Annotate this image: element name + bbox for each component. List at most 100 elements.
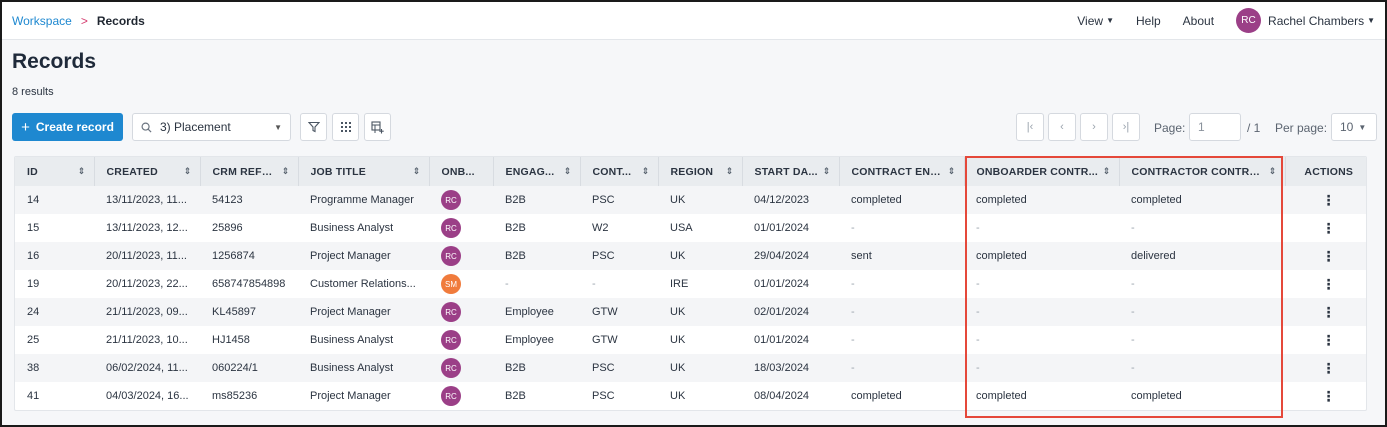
cell-start-date: 01/01/2024	[754, 222, 810, 234]
cell-onboarder: SM	[429, 270, 493, 298]
table-row[interactable]: 15 13/11/2023, 12... 25896 Business Analyst…	[15, 214, 1366, 242]
create-record-label: Create record	[35, 120, 114, 134]
add-column-button[interactable]	[364, 113, 391, 141]
sort-icon[interactable]: ⇕	[180, 166, 192, 177]
cell-onboarder-contract: -	[964, 298, 1119, 326]
cell-onboarder: RC	[429, 298, 493, 326]
view-menu[interactable]: View ▼	[1077, 14, 1114, 28]
row-actions-kebab-icon[interactable]: ⋮	[1285, 214, 1366, 242]
cell-contract-envelope: -	[851, 334, 855, 346]
column-header-onboarder[interactable]: ONB...	[429, 157, 494, 186]
cell-contractor-contract: completed	[1119, 186, 1285, 214]
user-menu[interactable]: RC Rachel Chambers ▼	[1236, 8, 1375, 33]
page-number-input[interactable]: 1	[1189, 113, 1241, 141]
cell-start-date: 02/01/2024	[742, 298, 839, 326]
cell-contractor-contract: -	[1131, 222, 1135, 234]
sort-icon[interactable]: ⇕	[409, 166, 421, 177]
column-header-id[interactable]: ID ⇕	[15, 157, 95, 186]
cell-created: 13/11/2023, 12...	[106, 222, 188, 234]
avatar: RC	[441, 386, 461, 406]
page-title: Records	[12, 50, 97, 73]
cell-crm-reference: 658747854898	[212, 278, 286, 290]
cell-onboarder-contract: -	[976, 334, 980, 346]
cell-contractor-contract: -	[1131, 278, 1135, 290]
filter-button[interactable]	[300, 113, 327, 141]
column-header-crm-reference[interactable]: CRM REFE... ⇕	[200, 157, 299, 186]
last-page-button[interactable]: ›|	[1112, 113, 1140, 141]
cell-contract-envelope: -	[851, 222, 855, 234]
view-select[interactable]: 3) Placement ▼	[132, 113, 291, 141]
create-record-button[interactable]: + Create record	[12, 113, 123, 141]
table-row[interactable]: 25 21/11/2023, 10... HJ1458 Business Analys…	[15, 326, 1366, 354]
breadcrumb-workspace[interactable]: Workspace	[12, 14, 72, 28]
column-header-label: CONTRACT ENV...	[851, 165, 944, 178]
row-actions-kebab-icon[interactable]: ⋮	[1285, 382, 1366, 410]
plus-icon: +	[21, 118, 30, 136]
chevron-down-icon: ▼	[1358, 122, 1367, 132]
column-header-created[interactable]: CREATED ⇕	[94, 157, 201, 186]
column-header-contractor-contract[interactable]: CONTRACTOR CONTRA... ⇕	[1119, 157, 1286, 186]
cell-onboarder: RC	[429, 354, 493, 382]
per-page-select[interactable]: 10 ▼	[1331, 113, 1377, 141]
cell-engagement: B2B	[493, 186, 580, 214]
sort-icon[interactable]: ⇕	[638, 166, 650, 177]
table-row[interactable]: 19 20/11/2023, 22... 658747854898 Customer …	[15, 270, 1366, 298]
column-header-contract[interactable]: CONT... ⇕	[580, 157, 659, 186]
sort-icon[interactable]: ⇕	[1099, 166, 1111, 177]
sort-icon[interactable]: ⇕	[1265, 166, 1277, 177]
view-select-value: 3) Placement	[160, 120, 231, 134]
cell-job-title: Programme Manager	[298, 186, 429, 214]
cell-region: USA	[670, 222, 693, 234]
table-row[interactable]: 38 06/02/2024, 11... 060224/1 Business Anal…	[15, 354, 1366, 382]
column-header-job-title[interactable]: JOB TITLE ⇕	[298, 157, 430, 186]
cell-onboarder: RC	[429, 186, 493, 214]
prev-page-button[interactable]: ‹	[1048, 113, 1076, 141]
row-actions-kebab-icon[interactable]: ⋮	[1285, 326, 1366, 354]
avatar: RC	[441, 246, 461, 266]
cell-contract-envelope: sent	[839, 242, 964, 270]
cell-job-title: Project Manager	[298, 242, 429, 270]
row-actions-kebab-icon[interactable]: ⋮	[1285, 270, 1366, 298]
column-header-contract-envelope[interactable]: CONTRACT ENV... ⇕	[839, 157, 965, 186]
table-row[interactable]: 16 20/11/2023, 11... 1256874 Project Manage…	[15, 242, 1366, 270]
sort-icon[interactable]: ⇕	[560, 166, 572, 177]
about-link[interactable]: About	[1183, 14, 1214, 28]
column-header-region[interactable]: REGION ⇕	[658, 157, 743, 186]
sort-icon[interactable]: ⇕	[944, 166, 956, 177]
help-link[interactable]: Help	[1136, 14, 1161, 28]
cell-id: 24	[15, 298, 94, 326]
row-actions-kebab-icon[interactable]: ⋮	[1285, 186, 1366, 214]
avatar: RC	[441, 358, 461, 378]
sort-icon[interactable]: ⇕	[722, 166, 734, 177]
column-header-onboarder-contract[interactable]: ONBOARDER CONTR... ⇕	[964, 157, 1120, 186]
first-page-icon: |‹	[1026, 121, 1034, 133]
sort-icon[interactable]: ⇕	[819, 166, 831, 177]
cell-contract: PSC	[592, 390, 615, 402]
row-actions-kebab-icon[interactable]: ⋮	[1285, 354, 1366, 382]
table-row[interactable]: 14 13/11/2023, 11... 54123 Programme Manage…	[15, 186, 1366, 214]
first-page-button[interactable]: |‹	[1016, 113, 1044, 141]
app-frame: Workspace > Records View ▼ Help About RC…	[0, 0, 1387, 427]
grid-button[interactable]	[332, 113, 359, 141]
chevron-down-icon: ▼	[1106, 16, 1114, 25]
cell-contract: GTW	[592, 334, 618, 346]
breadcrumb-separator-icon: >	[80, 13, 88, 28]
column-header-engagement[interactable]: ENGAG... ⇕	[493, 157, 581, 186]
grid-icon	[340, 122, 351, 132]
cell-contract: PSC	[580, 242, 658, 270]
row-actions-kebab-icon[interactable]: ⋮	[1285, 298, 1366, 326]
cell-start-date: 01/01/2024	[754, 278, 810, 290]
cell-crm-reference: ms85236	[212, 390, 258, 402]
table-row[interactable]: 24 21/11/2023, 09... KL45897 Project Manage…	[15, 298, 1366, 326]
column-header-start-date[interactable]: START DA... ⇕	[742, 157, 840, 186]
next-page-button[interactable]: ›	[1080, 113, 1108, 141]
column-header-actions: ACTIONS	[1285, 157, 1366, 186]
row-actions-kebab-icon[interactable]: ⋮	[1285, 242, 1366, 270]
chevron-down-icon: ▼	[274, 122, 282, 132]
cell-region: UK	[658, 242, 742, 270]
sort-icon[interactable]: ⇕	[74, 166, 86, 177]
sort-icon[interactable]: ⇕	[278, 166, 290, 177]
add-column-icon	[371, 120, 384, 133]
table-row[interactable]: 41 04/03/2024, 16... ms85236 Project Manage…	[15, 382, 1366, 410]
column-header-label: ONBOARDER CONTR...	[976, 165, 1098, 178]
